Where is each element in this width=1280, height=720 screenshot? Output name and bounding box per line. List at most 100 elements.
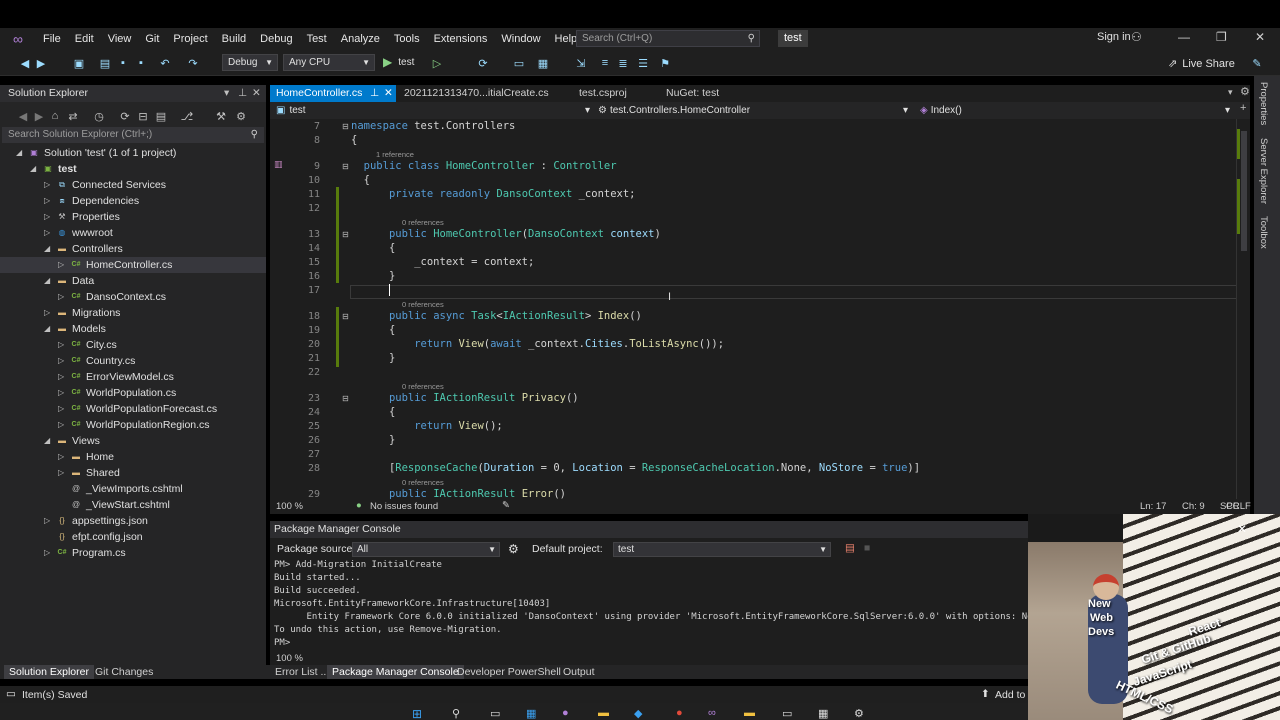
menu-project[interactable]: Project [166, 33, 214, 45]
widgets-icon[interactable]: ▦ [526, 707, 536, 720]
expanded-icon[interactable]: ◢ [44, 433, 54, 449]
tab-developer-powershell[interactable]: Developer PowerShell [452, 665, 566, 679]
menu-window[interactable]: Window [494, 33, 547, 45]
search-icon[interactable]: ⚲ [452, 707, 460, 720]
menu-test[interactable]: Test [300, 33, 334, 45]
collapsed-icon[interactable]: ▷ [44, 225, 54, 241]
browser-link-icon[interactable]: ▭ [512, 56, 526, 70]
tab-git-changes[interactable]: Git Changes [90, 665, 158, 679]
menu-tools[interactable]: Tools [387, 33, 427, 45]
expanded-icon[interactable]: ◢ [30, 161, 40, 177]
back-icon[interactable]: ◀ [16, 109, 30, 123]
properties-icon[interactable]: ⚒ [214, 109, 228, 123]
collapsed-icon[interactable]: ▷ [44, 177, 54, 193]
fold-icon[interactable]: ⊟ [342, 312, 349, 321]
layout-icon[interactable]: ▦ [536, 56, 550, 70]
collapsed-icon[interactable]: ▷ [58, 449, 68, 465]
tree-item[interactable]: ◢ ▬ Views [0, 433, 266, 449]
menu-view[interactable]: View [101, 33, 139, 45]
fold-icon[interactable]: ⊟ [342, 230, 349, 239]
tab-initialcreate[interactable]: 2021121313470...itialCreate.cs [398, 85, 568, 102]
chat-icon[interactable]: ● [562, 707, 569, 719]
bookmark-icon[interactable]: ⚑ [658, 56, 672, 70]
step-icon[interactable]: ⇲ [574, 56, 588, 70]
tree-item[interactable]: ▷ ⧈ Dependencies [0, 193, 266, 209]
package-source-select[interactable]: All ▼ [352, 542, 500, 557]
tree-item[interactable]: ◢ ▣ test [0, 161, 266, 177]
save-all-icon[interactable]: ▪ [134, 56, 148, 70]
back-icon[interactable]: ◀ [18, 56, 32, 70]
tree-item[interactable]: ◢ ▣ Solution 'test' (1 of 1 project) [0, 145, 266, 161]
forward-icon[interactable]: ▶ [32, 109, 46, 123]
tab-homecontroller[interactable]: HomeController.cs ⊥ ✕ [270, 85, 396, 102]
tab-package-manager-console[interactable]: Package Manager Console [327, 665, 464, 679]
tree-item[interactable]: ▷ C# City.cs [0, 337, 266, 353]
collapsed-icon[interactable]: ▷ [58, 401, 68, 417]
calculator-icon[interactable]: ▦ [818, 707, 828, 720]
collapsed-icon[interactable]: ▷ [58, 465, 68, 481]
properties-tab[interactable]: Properties [1258, 82, 1269, 125]
add-to-source-control[interactable]: Add to [995, 689, 1025, 701]
clear-console-icon[interactable]: ▤ [845, 542, 855, 554]
tree-item[interactable]: ◢ ▬ Controllers [0, 241, 266, 257]
align-icon[interactable]: ≡ [598, 56, 612, 70]
collapse-all-icon[interactable]: ⊟ [136, 109, 150, 123]
menu-build[interactable]: Build [215, 33, 253, 45]
default-project-select[interactable]: test ▼ [613, 542, 831, 557]
expanded-icon[interactable]: ◢ [44, 321, 54, 337]
collapsed-icon[interactable]: ▷ [58, 353, 68, 369]
tree-item[interactable]: ▷ ◍ wwwroot [0, 225, 266, 241]
collapsed-icon[interactable]: ▷ [58, 417, 68, 433]
settings-icon[interactable]: ⚙ [508, 542, 519, 556]
collapsed-icon[interactable]: ▷ [58, 257, 68, 273]
pin-icon[interactable]: ⊥ [238, 85, 247, 102]
show-all-files-icon[interactable]: ▤ [154, 109, 168, 123]
live-share-button[interactable]: ⇗ Live Share [1168, 57, 1235, 71]
menu-debug[interactable]: Debug [253, 33, 299, 45]
minimize-icon[interactable]: — [1178, 30, 1190, 44]
undo-icon[interactable]: ↶ [158, 56, 172, 70]
terminal-icon[interactable]: ▭ [782, 707, 792, 720]
close-icon[interactable]: ✕ [252, 85, 261, 102]
open-icon[interactable]: ▤ [98, 56, 112, 70]
expanded-icon[interactable]: ◢ [44, 273, 54, 289]
tree-item[interactable]: ▷ ▬ Home [0, 449, 266, 465]
tree-item[interactable]: ▷ C# HomeController.cs [0, 257, 266, 273]
run-button[interactable]: ▶ test [383, 55, 414, 69]
forward-icon[interactable]: ▶ [34, 56, 48, 70]
home-icon[interactable]: ⌂ [48, 109, 62, 123]
account-icon[interactable]: ⚇ [1131, 30, 1142, 44]
collapsed-icon[interactable]: ▷ [44, 545, 54, 561]
windows-start-icon[interactable]: ⊞ [412, 707, 422, 720]
tree-item[interactable]: ▷ C# WorldPopulationRegion.cs [0, 417, 266, 433]
tab-solution-explorer[interactable]: Solution Explorer [4, 665, 94, 679]
code-lens-references[interactable]: 0 references [402, 382, 444, 391]
tree-item[interactable]: ▷ ⧉ Connected Services [0, 177, 266, 193]
chrome-icon[interactable]: ● [676, 707, 683, 719]
tab-output[interactable]: Output [558, 665, 600, 679]
pmc-zoom-level[interactable]: 100 % [276, 653, 303, 664]
refresh-icon[interactable]: ⟳ [476, 56, 490, 70]
collapsed-icon[interactable]: ▷ [58, 289, 68, 305]
edge-icon[interactable]: ◆ [634, 707, 642, 720]
collapsed-icon[interactable]: ▷ [58, 369, 68, 385]
preview-icon[interactable]: ⎇ [180, 109, 194, 123]
fold-icon[interactable]: ⊟ [342, 122, 349, 131]
save-icon[interactable]: ▪ [116, 56, 130, 70]
expanded-icon[interactable]: ◢ [44, 241, 54, 257]
code-lens-references[interactable]: 1 reference [376, 150, 414, 159]
visual-studio-taskbar-icon[interactable]: ∞ [708, 707, 716, 719]
tree-item[interactable]: ▷ ⚒ Properties [0, 209, 266, 225]
dropdown-icon[interactable]: ▾ [224, 85, 229, 102]
split-add-icon[interactable]: + [1240, 102, 1246, 114]
fold-icon[interactable]: ⊟ [342, 394, 349, 403]
new-project-icon[interactable]: ▣ [72, 56, 86, 70]
global-search-input[interactable]: Search (Ctrl+Q) ⚲ [576, 30, 760, 47]
member-dropdown[interactable]: ◈ Index() ▾ [920, 103, 1234, 118]
class-dropdown[interactable]: ⚙ test.Controllers.HomeController ▾ [598, 103, 912, 118]
collapsed-icon[interactable]: ▷ [44, 193, 54, 209]
fold-icon[interactable]: ⊟ [342, 162, 349, 171]
switch-views-icon[interactable]: ⇄ [66, 109, 80, 123]
settings-icon[interactable]: ⚙ [234, 109, 248, 123]
comment-icon[interactable]: ≣ [616, 56, 630, 70]
